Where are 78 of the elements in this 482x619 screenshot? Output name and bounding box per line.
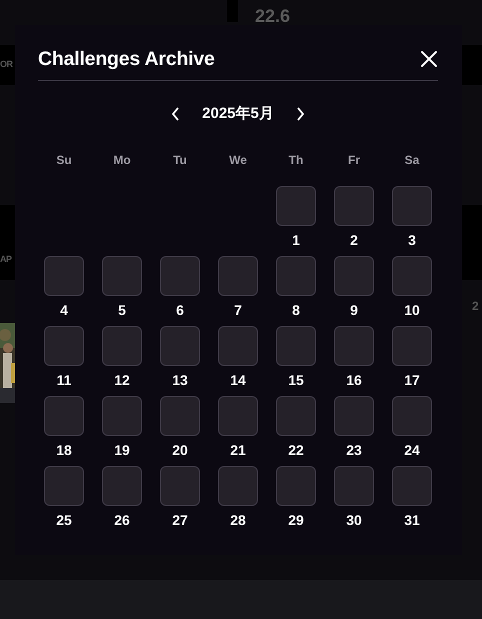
day-number: 6 (176, 302, 184, 318)
day-number: 25 (56, 512, 72, 528)
weekday-label: Sa (404, 152, 420, 168)
day-button[interactable] (160, 326, 200, 366)
day-button[interactable] (102, 466, 142, 506)
day-button[interactable] (218, 466, 258, 506)
day-button[interactable] (392, 256, 432, 296)
day-number: 30 (346, 512, 362, 528)
day-number: 19 (114, 442, 130, 458)
day-button[interactable] (218, 396, 258, 436)
day-button[interactable] (218, 256, 258, 296)
day-button[interactable] (392, 326, 432, 366)
day-number: 31 (404, 512, 420, 528)
day-number: 28 (230, 512, 246, 528)
next-month-button[interactable] (296, 107, 305, 122)
day-number: 8 (292, 302, 300, 318)
day-number: 14 (230, 372, 246, 388)
day-number: 12 (114, 372, 130, 388)
day-number: 2 (350, 232, 358, 248)
day-number: 22 (288, 442, 304, 458)
day-number: 17 (404, 372, 420, 388)
weekday-label: Th (288, 152, 304, 168)
day-number: 5 (118, 302, 126, 318)
previous-month-button[interactable] (171, 107, 180, 122)
day-number: 10 (404, 302, 420, 318)
day-button[interactable] (44, 256, 84, 296)
day-number: 27 (172, 512, 188, 528)
day-button[interactable] (276, 326, 316, 366)
month-label: 2025年5月 (202, 104, 274, 124)
day-button[interactable] (44, 326, 84, 366)
weekday-label: Fr (347, 152, 361, 168)
day-number: 18 (56, 442, 72, 458)
day-button[interactable] (218, 326, 258, 366)
day-button[interactable] (276, 186, 316, 226)
modal-title: Challenges Archive (38, 47, 215, 71)
day-number: 15 (288, 372, 304, 388)
day-button[interactable] (334, 256, 374, 296)
weekday-label: Tu (172, 152, 188, 168)
day-button[interactable] (334, 396, 374, 436)
day-button[interactable] (334, 186, 374, 226)
day-number: 20 (172, 442, 188, 458)
day-button[interactable] (392, 186, 432, 226)
day-number: 29 (288, 512, 304, 528)
background-text: 2 (472, 298, 479, 315)
day-button[interactable] (102, 396, 142, 436)
day-number: 9 (350, 302, 358, 318)
day-button[interactable] (160, 396, 200, 436)
day-number: 3 (408, 232, 416, 248)
day-button[interactable] (392, 466, 432, 506)
day-button[interactable] (334, 466, 374, 506)
weekday-label: We (228, 152, 248, 168)
weekday-label: Su (55, 152, 73, 168)
background-text: OR (0, 58, 12, 71)
day-button[interactable] (102, 326, 142, 366)
day-number: 7 (234, 302, 242, 318)
day-button[interactable] (160, 256, 200, 296)
background-text: AP (0, 253, 12, 266)
day-button[interactable] (276, 256, 316, 296)
day-number: 23 (346, 442, 362, 458)
day-number: 16 (346, 372, 362, 388)
day-number: 4 (60, 302, 68, 318)
day-button[interactable] (102, 256, 142, 296)
day-button[interactable] (392, 396, 432, 436)
background-text: 22.6 (255, 5, 290, 28)
day-number: 13 (172, 372, 188, 388)
day-button[interactable] (276, 466, 316, 506)
day-button[interactable] (276, 396, 316, 436)
day-number: 1 (292, 232, 300, 248)
close-button[interactable] (420, 50, 438, 68)
day-button[interactable] (44, 466, 84, 506)
day-number: 26 (114, 512, 130, 528)
weekday-label: Mo (112, 152, 132, 168)
day-number: 24 (404, 442, 420, 458)
day-button[interactable] (160, 466, 200, 506)
day-button[interactable] (44, 396, 84, 436)
day-button[interactable] (334, 326, 374, 366)
day-number: 21 (230, 442, 246, 458)
day-number: 11 (56, 372, 72, 388)
